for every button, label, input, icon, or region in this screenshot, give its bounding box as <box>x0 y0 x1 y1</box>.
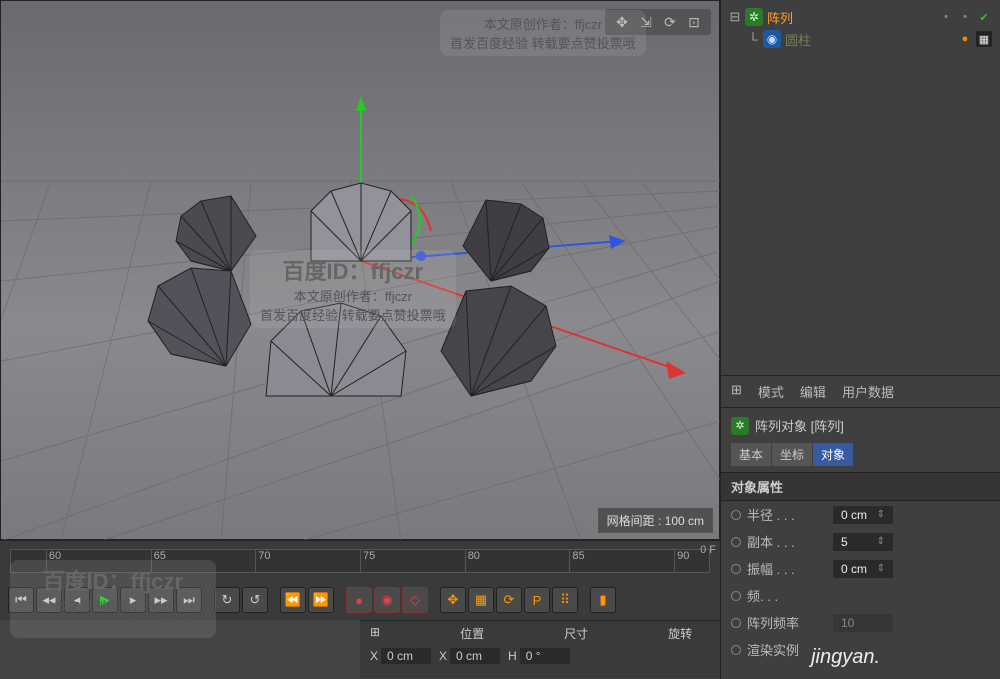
coord-header-size: 尺寸 <box>564 625 588 642</box>
keyframe-dot-icon[interactable] <box>731 564 741 574</box>
visibility-tag-icon[interactable]: • <box>938 9 954 25</box>
ruler-tick: 80 <box>465 550 480 572</box>
cycle-button[interactable]: ↺ <box>242 587 268 613</box>
keyframe-dot-icon[interactable] <box>731 618 741 628</box>
object-manager[interactable]: ⊟ ✲ 阵列 • • ✔ └ ◉ 圆柱 ● ▦ <box>720 0 1000 375</box>
scale-key-button[interactable]: ▦ <box>468 587 494 613</box>
amplitude-field[interactable]: 0 cm⇕ <box>833 560 893 578</box>
menu-mode[interactable]: 模式 <box>758 382 784 401</box>
visibility-tag-icon[interactable]: • <box>957 9 973 25</box>
keyframe-dot-icon[interactable] <box>731 537 741 547</box>
tag-icon[interactable]: ● <box>957 31 973 47</box>
pla-key-button[interactable]: ⠿ <box>552 587 578 613</box>
param-key-button[interactable]: P <box>524 587 550 613</box>
pos-x-field[interactable]: 0 cm <box>381 648 431 664</box>
record-button[interactable]: ● <box>346 587 372 613</box>
menu-edit[interactable]: 编辑 <box>800 382 826 401</box>
attr-object-title: ✲ 阵列对象 [阵列] <box>721 408 1000 443</box>
prev-key-button[interactable]: ◂◂ <box>36 587 62 613</box>
attr-row-copies: 副本 . . . 5⇕ <box>721 528 1000 555</box>
3d-viewport[interactable]: ✥ ⇲ ⟳ ⊡ 网格间距 : 100 cm <box>0 0 720 540</box>
attr-row-arrayfreq: 阵列频率 10 <box>721 609 1000 636</box>
ruler[interactable]: 60 65 70 75 80 85 90 <box>10 549 710 573</box>
ruler-tick: 75 <box>360 550 375 572</box>
rotate-key-button[interactable]: ⟳ <box>496 587 522 613</box>
tab-basic[interactable]: 基本 <box>731 443 771 466</box>
attr-row-freq: 频. . . <box>721 582 1000 609</box>
ruler-tick: 70 <box>255 550 270 572</box>
next-frame-button[interactable]: ▸ <box>120 587 146 613</box>
move-key-button[interactable]: ✥ <box>440 587 466 613</box>
timeline-open-button[interactable]: ▮ <box>590 587 616 613</box>
object-row-array[interactable]: ⊟ ✲ 阵列 • • ✔ <box>729 6 992 28</box>
keyframe-dot-icon[interactable] <box>731 591 741 601</box>
keyframe-button[interactable]: ◇ <box>402 587 428 613</box>
viewport-scene <box>1 1 721 541</box>
menu-userdata[interactable]: 用户数据 <box>842 382 894 401</box>
expand-icon[interactable]: ⊟ <box>729 9 741 25</box>
size-x-field[interactable]: 0 cm <box>450 648 500 664</box>
skip-end-button[interactable]: ⏩ <box>308 587 334 613</box>
arrayfreq-field[interactable]: 10 <box>833 614 893 632</box>
timeline-ruler[interactable]: 60 65 70 75 80 85 90 0 F <box>0 540 720 580</box>
transport-controls: ⏮ ◂◂ ◂ ▶ ▸ ▸▸ ⏭ ↻ ↺ ⏪ ⏩ ● ◉ ◇ ✥ ▦ ⟳ P ⠿ … <box>0 580 720 620</box>
ruler-tick: 65 <box>151 550 166 572</box>
object-row-cylinder[interactable]: └ ◉ 圆柱 ● ▦ <box>729 28 992 50</box>
watermark-jingyan: jingyan. <box>811 646 880 669</box>
autokey-button[interactable]: ◉ <box>374 587 400 613</box>
end-frame-label: 0 F <box>700 544 716 556</box>
attr-section-header: 对象属性 <box>721 472 1000 501</box>
viewport-nav-icons: ✥ ⇲ ⟳ ⊡ <box>605 9 711 35</box>
coordinates-panel: ⊞ 位置 尺寸 旋转 X0 cm X0 cm H0 ° <box>360 620 720 678</box>
grid-icon[interactable]: ⊞ <box>370 625 380 642</box>
radius-field[interactable]: 0 cm⇕ <box>833 506 893 524</box>
tab-coord[interactable]: 坐标 <box>772 443 812 466</box>
tab-object[interactable]: 对象 <box>813 443 853 466</box>
coord-header-rot: 旋转 <box>668 625 692 642</box>
enable-tag-icon[interactable]: ✔ <box>976 9 992 25</box>
ruler-tick: 90 <box>674 550 689 572</box>
nav-frame-icon[interactable]: ⊡ <box>685 13 703 31</box>
object-name[interactable]: 阵列 <box>767 8 793 27</box>
ruler-tick: 60 <box>46 550 61 572</box>
loop-button[interactable]: ↻ <box>214 587 240 613</box>
grid-distance-label: 网格间距 : 100 cm <box>598 508 713 533</box>
keyframe-dot-icon[interactable] <box>731 510 741 520</box>
coord-header-pos: 位置 <box>460 625 484 642</box>
next-key-button[interactable]: ▸▸ <box>148 587 174 613</box>
rot-h-field[interactable]: 0 ° <box>520 648 570 664</box>
attribute-manager[interactable]: ⊞ 模式 编辑 用户数据 ✲ 阵列对象 [阵列] 基本 坐标 对象 对象属性 半… <box>720 375 1000 679</box>
texture-tag-icon[interactable]: ▦ <box>976 31 992 47</box>
prev-frame-button[interactable]: ◂ <box>64 587 90 613</box>
attr-tabs: 基本 坐标 对象 <box>721 443 1000 472</box>
copies-field[interactable]: 5⇕ <box>833 533 893 551</box>
goto-end-button[interactable]: ⏭ <box>176 587 202 613</box>
attr-row-amplitude: 振幅 . . . 0 cm⇕ <box>721 555 1000 582</box>
grid-icon[interactable]: ⊞ <box>731 382 742 401</box>
skip-start-button[interactable]: ⏪ <box>280 587 306 613</box>
nav-move-icon[interactable]: ✥ <box>613 13 631 31</box>
keyframe-dot-icon[interactable] <box>731 645 741 655</box>
attr-menu-bar: ⊞ 模式 编辑 用户数据 <box>721 376 1000 408</box>
object-name[interactable]: 圆柱 <box>785 30 811 49</box>
play-button[interactable]: ▶ <box>92 587 118 613</box>
tree-line-icon: └ <box>747 32 759 47</box>
array-icon: ✲ <box>745 8 763 26</box>
goto-start-button[interactable]: ⏮ <box>8 587 34 613</box>
nav-zoom-icon[interactable]: ⇲ <box>637 13 655 31</box>
array-icon: ✲ <box>731 417 749 435</box>
nav-rotate-icon[interactable]: ⟳ <box>661 13 679 31</box>
attr-row-radius: 半径 . . . 0 cm⇕ <box>721 501 1000 528</box>
cylinder-icon: ◉ <box>763 30 781 48</box>
ruler-tick: 85 <box>569 550 584 572</box>
